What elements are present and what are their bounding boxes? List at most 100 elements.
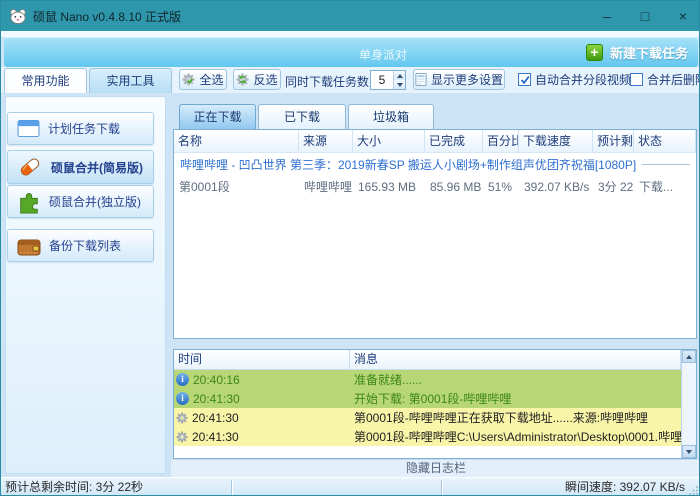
task-group-row[interactable]: 哔哩哔哩 - 凹凸世界 第三季：2019新春SP 搬运人小剧场+制作组声优团齐祝…	[174, 153, 696, 176]
column-header-size[interactable]: 大小	[353, 130, 425, 152]
remaining-time-status: 预计总剩余时间: 3分 22秒	[5, 480, 144, 494]
log-row[interactable]: 20:41:30 第0001段-哔哩哔哩C:\Users\Administrat…	[174, 427, 681, 446]
concurrent-tasks-label: 同时下载任务数:	[285, 75, 373, 89]
column-header-remaining[interactable]: 预计剩...	[593, 130, 634, 152]
auto-merge-checkbox[interactable]: 自动合并分段视频	[518, 71, 631, 88]
puzzle-icon	[20, 192, 38, 214]
close-button[interactable]: ×	[675, 8, 691, 24]
cell-completed: 85.96 MB	[430, 180, 482, 194]
more-settings-button[interactable]: 显示更多设置	[413, 69, 505, 90]
concurrent-tasks-value[interactable]: 5	[371, 71, 393, 89]
log-row[interactable]: i 20:40:16 准备就绪......	[174, 370, 681, 389]
sidebar-item-scheduled-download[interactable]: 计划任务下载	[7, 112, 154, 145]
up-arrow-icon	[686, 354, 692, 359]
downloads-table-header: 名称 来源 大小 已完成 百分比 下载速度 预计剩... 状态	[174, 130, 696, 153]
delete-after-merge-checkbox[interactable]: 合并后删除原	[630, 71, 699, 88]
more-settings-label: 显示更多设置	[430, 73, 503, 87]
tab-utility-tools[interactable]: 实用工具	[89, 68, 172, 93]
log-message-text: 第0001段-哔哩哔哩正在获取下载地址......来源:哔哩哔哩	[354, 411, 649, 425]
downloads-table: 名称 来源 大小 已完成 百分比 下载速度 预计剩... 状态 哔哩哔哩 - 凹…	[173, 129, 697, 339]
gear-icon	[176, 430, 188, 443]
wallet-icon	[17, 239, 41, 255]
toolbar: 常用功能 实用工具 全选 反选 同时下载任务数: 5 显示更多设置 自动合并分段…	[1, 67, 699, 93]
minimize-button[interactable]: –	[599, 8, 615, 24]
status-bar: 预计总剩余时间: 3分 22秒 瞬间速度: 392.07 KB/s	[1, 477, 699, 495]
log-row[interactable]: 20:41:30 第0001段-哔哩哔哩正在获取下载地址......来源:哔哩哔…	[174, 408, 681, 427]
log-header: 时间 消息	[174, 350, 696, 370]
ad-banner: 单身派对 + 新建下载任务	[4, 37, 698, 67]
schedule-window-icon	[17, 119, 40, 138]
column-header-source[interactable]: 来源	[299, 130, 353, 152]
cell-percent: 51%	[488, 180, 513, 194]
gear-invert-icon	[236, 73, 250, 86]
stepper-up-button[interactable]	[394, 71, 405, 80]
tab-downloading[interactable]: 正在下载	[179, 104, 256, 129]
concurrent-tasks-stepper[interactable]: 5	[370, 70, 406, 90]
scroll-up-button[interactable]	[682, 350, 696, 363]
log-message-text: 准备就绪......	[354, 373, 423, 387]
statusbar-divider	[231, 480, 232, 495]
cell-speed: 392.07 KB/s	[524, 180, 590, 194]
scroll-down-button[interactable]	[682, 445, 696, 458]
checkbox-checked-icon	[518, 73, 531, 86]
sidebar-item-merge-simple[interactable]: 硕鼠合并(简易版)	[7, 150, 154, 184]
select-all-label: 全选	[199, 73, 224, 87]
app-logo-mouse-icon	[9, 8, 27, 24]
new-download-task-button[interactable]: + 新建下载任务	[585, 41, 688, 63]
settings-page-icon	[415, 73, 427, 86]
log-time-text: 20:41:30	[192, 429, 239, 444]
new-task-label: 新建下载任务	[609, 45, 688, 61]
column-header-completed[interactable]: 已完成	[425, 130, 483, 152]
invert-selection-button[interactable]: 反选	[233, 69, 281, 90]
sidebar-item-label: 计划任务下载	[48, 122, 121, 136]
cell-size: 165.93 MB	[358, 180, 417, 194]
window-controls: – □ ×	[599, 1, 691, 31]
maximize-button[interactable]: □	[637, 8, 653, 24]
stepper-down-button[interactable]	[394, 80, 405, 89]
plus-icon: +	[585, 43, 603, 61]
gear-check-icon	[182, 73, 196, 86]
auto-merge-label: 自动合并分段视频	[535, 73, 632, 87]
log-time-text: 20:41:30	[192, 410, 239, 425]
delete-after-merge-label: 合并后删除原	[647, 73, 699, 87]
sidebar-item-label: 备份下载列表	[49, 239, 122, 253]
checkbox-unchecked-icon	[630, 73, 643, 86]
hide-log-bar-button[interactable]: 隐藏日志栏	[171, 459, 699, 477]
info-icon: i	[176, 392, 189, 405]
tab-trash[interactable]: 垃圾箱	[348, 104, 434, 129]
column-header-status[interactable]: 状态	[634, 130, 696, 152]
app-window: 硕鼠 Nano v0.4.8.10 正式版 – □ × 单身派对 + 新建下载任…	[0, 0, 700, 496]
tab-common-functions[interactable]: 常用功能	[4, 68, 87, 93]
sidebar-item-merge-standalone[interactable]: 硕鼠合并(独立版)	[7, 185, 154, 218]
stepper-buttons	[393, 71, 405, 89]
sidebar-item-backup-list[interactable]: 备份下载列表	[7, 229, 154, 262]
cell-remaining: 3分 22...	[598, 180, 634, 194]
log-panel: 时间 消息 i 20:40:16 准备就绪...... i 20:41:30 开…	[173, 349, 697, 459]
invert-selection-label: 反选	[253, 73, 278, 87]
banner-watermark: 单身派对	[359, 48, 408, 62]
log-column-message[interactable]: 消息	[350, 350, 681, 369]
sidebar: 计划任务下载 硕鼠合并(简易版) 硕鼠合并(独立版) 备份下载列表	[1, 93, 171, 477]
capsule-icon	[20, 158, 40, 176]
log-message-text: 第0001段-哔哩哔哩C:\Users\Administrator\Deskto…	[354, 430, 681, 444]
cell-status: 下载...	[639, 180, 674, 194]
log-row[interactable]: i 20:41:30 开始下载: 第0001段-哔哩哔哩	[174, 389, 681, 408]
info-icon: i	[176, 373, 189, 386]
table-row[interactable]: 第0001段 哔哩哔哩 165.93 MB 85.96 MB 51% 392.0…	[174, 176, 696, 199]
resize-grip[interactable]	[689, 485, 699, 495]
log-column-time[interactable]: 时间	[174, 350, 350, 369]
column-header-name[interactable]: 名称	[174, 130, 299, 152]
tab-downloaded[interactable]: 已下载	[258, 104, 346, 129]
column-header-percent[interactable]: 百分比	[483, 130, 519, 152]
sidebar-item-label: 硕鼠合并(简易版)	[51, 160, 143, 175]
log-scrollbar[interactable]	[681, 350, 696, 458]
select-all-button[interactable]: 全选	[179, 69, 227, 90]
down-arrow-icon	[396, 82, 403, 87]
window-title: 硕鼠 Nano v0.4.8.10 正式版	[33, 9, 182, 24]
gear-icon	[176, 411, 188, 424]
column-header-speed[interactable]: 下载速度	[519, 130, 593, 152]
instant-speed-status: 瞬间速度: 392.07 KB/s	[564, 480, 685, 494]
task-group-title: 哔哩哔哩 - 凹凸世界 第三季：2019新春SP 搬运人小剧场+制作组声优团齐祝…	[180, 158, 637, 172]
cell-name: 第0001段	[179, 180, 230, 194]
log-message-text: 开始下载: 第0001段-哔哩哔哩	[354, 392, 512, 406]
